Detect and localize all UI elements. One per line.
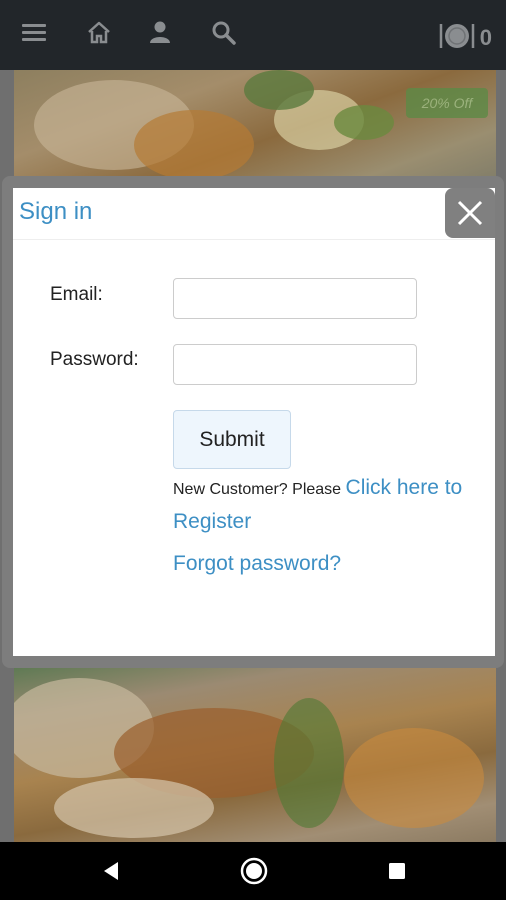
register-prefix-text: New Customer? Please <box>173 481 342 498</box>
password-label: Password: <box>50 349 139 370</box>
food-image-top: 20% Off <box>14 70 496 188</box>
dining-icon <box>438 21 476 56</box>
cart-button[interactable]: 0 <box>438 22 492 54</box>
search-icon[interactable] <box>211 20 241 50</box>
close-icon <box>457 200 483 226</box>
home-icon[interactable] <box>86 20 116 50</box>
dialog-title: Sign in <box>19 198 93 225</box>
password-field[interactable] <box>173 344 417 385</box>
dialog-header: Sign in <box>13 188 495 240</box>
email-field[interactable] <box>173 278 417 319</box>
close-button[interactable] <box>445 188 495 238</box>
back-icon[interactable] <box>96 856 126 886</box>
submit-button[interactable]: Submit <box>173 410 291 469</box>
top-app-bar: 0 <box>0 0 506 70</box>
signin-dialog: Sign in Email: Password: Submit New Cust… <box>13 188 495 656</box>
recent-apps-icon[interactable] <box>382 856 412 886</box>
forgot-password-link[interactable]: Forgot password? <box>173 552 341 576</box>
discount-badge: 20% Off <box>406 88 488 118</box>
food-image-bottom <box>14 668 496 842</box>
system-nav-bar <box>0 842 506 900</box>
email-label: Email: <box>50 284 103 305</box>
user-icon[interactable] <box>147 20 177 50</box>
home-circle-icon[interactable] <box>239 856 269 886</box>
register-prompt: New Customer? Please Click here to Regis… <box>173 472 473 540</box>
menu-icon[interactable] <box>22 24 46 42</box>
cart-count: 0 <box>479 25 492 50</box>
